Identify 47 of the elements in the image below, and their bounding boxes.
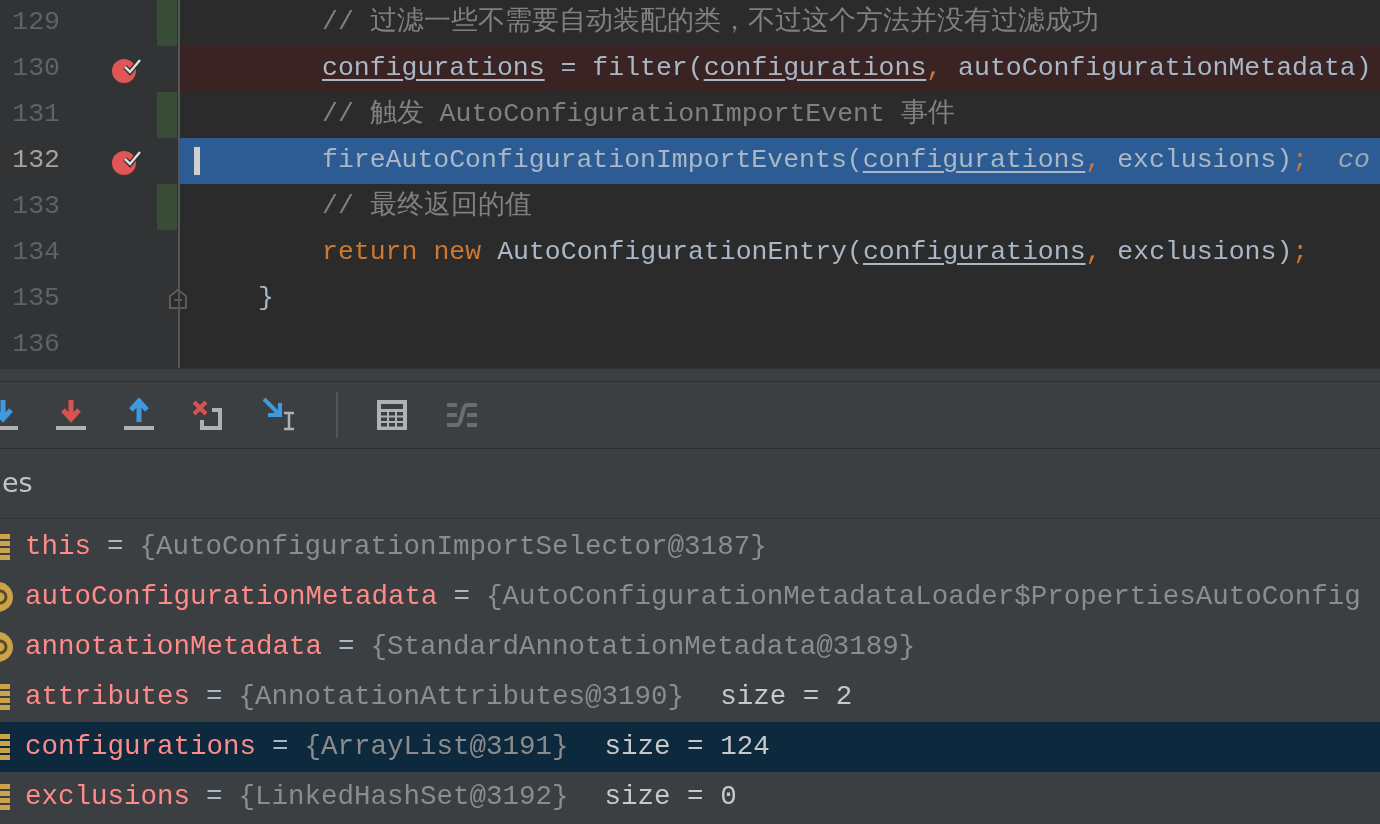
equals-sign: = [206, 680, 223, 715]
code-line: // 过滤一些不需要自动装配的类，不过这个方法并没有过滤成功 [322, 5, 1099, 40]
line-number: 132 [11, 144, 60, 178]
field-icon [0, 682, 10, 712]
equals-sign: = [338, 630, 355, 665]
variable-row[interactable]: configurations = {ArrayList@3191} size = 124 [0, 722, 1380, 772]
arrow-down-icon[interactable] [56, 398, 86, 432]
variable-value: {AutoConfigurationImportSelector@3187} [139, 530, 767, 565]
variable-value: {LinkedHashSet@3192} [238, 780, 569, 815]
variable-size: size = 2 [720, 680, 853, 715]
variable-name: exclusions [25, 780, 191, 815]
cross-frame-icon[interactable] [192, 398, 224, 432]
equals-sign: = [206, 780, 223, 815]
code-line: return new AutoConfigurationEntry(configurations, exclusions); [322, 236, 1309, 270]
variable-row[interactable]: annotationMetadata = {StandardAnnotationMetadata@3189} [0, 622, 1380, 672]
equals-sign: = [272, 730, 289, 765]
field-icon [0, 532, 10, 562]
arrow-up-icon[interactable] [124, 398, 154, 432]
field-icon [0, 732, 10, 762]
equals-sign: = [453, 580, 471, 615]
variable-value: {AutoConfigurationMetadataLoader$PropertiesAutoConfig [486, 580, 1361, 615]
variable-row[interactable]: attributes = {AnnotationAttributes@3190} size = 2 [0, 672, 1380, 722]
code-line: // 最终返回的值 [322, 189, 532, 224]
variable-value: {AnnotationAttributes@3190} [238, 680, 685, 715]
variable-name: attributes [25, 680, 191, 715]
variable-size: size = 0 [604, 780, 737, 815]
variable-value: {ArrayList@3191} [304, 730, 569, 765]
variable-name: autoConfigurationMetadata [25, 580, 438, 615]
parameter-icon [0, 632, 14, 662]
variable-name: annotationMetadata [25, 630, 323, 665]
code-line: configurations = filter(configurations, autoConfigurationMetadata) [322, 52, 1372, 86]
variable-value: {StandardAnnotationMetadata@3189} [370, 630, 916, 665]
variable-name: configurations [25, 730, 257, 765]
variable-row[interactable]: this = {AutoConfigurationImportSelector@3187} [0, 522, 1380, 572]
variable-size: size = 124 [604, 730, 770, 765]
panel-title: es [1, 466, 33, 501]
parameter-icon [0, 582, 14, 612]
code-line: } [258, 282, 274, 316]
variable-name: this [25, 530, 91, 565]
variable-row[interactable]: exclusions = {LinkedHashSet@3192} size = 0 [0, 772, 1380, 822]
variable-row[interactable]: autoConfigurationMetadata = {AutoConfigurationMetadataLoader$PropertiesAutoConfig [0, 572, 1380, 622]
caret-marker [194, 147, 200, 175]
equals-sign: = [107, 530, 124, 565]
code-line: // 触发 AutoConfigurationImportEvent 事件 [322, 98, 955, 132]
code-line: fireAutoConfigurationImportEvents(configurations, exclusions); co [322, 144, 1370, 178]
calculator-icon[interactable] [376, 399, 408, 431]
field-icon [0, 782, 10, 812]
